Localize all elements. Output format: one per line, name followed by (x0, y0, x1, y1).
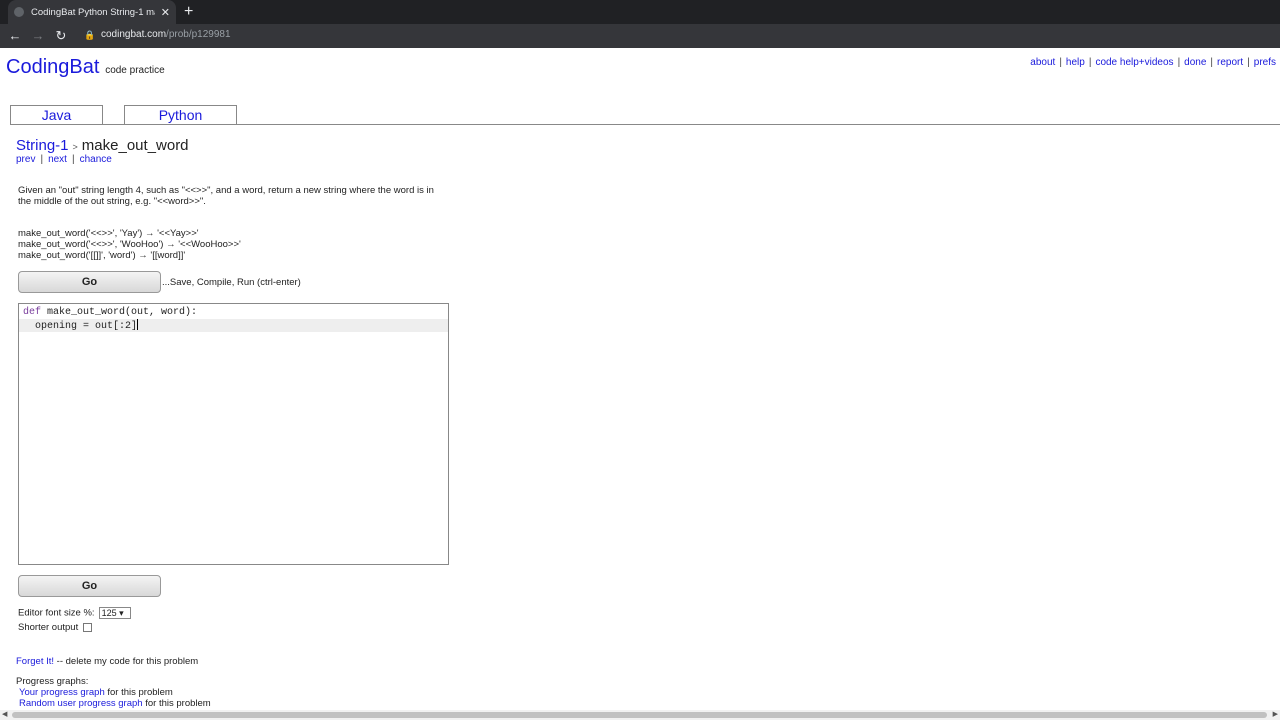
problem-description: Given an "out" string length 4, such as … (18, 185, 434, 207)
tab-divider (10, 124, 1280, 125)
close-icon[interactable]: ✕ (161, 6, 170, 19)
chance-link[interactable]: chance (80, 154, 112, 165)
code-text: opening = out[:2] (23, 321, 138, 332)
scroll-right-arrow-icon[interactable]: ▶ (1273, 710, 1278, 718)
browser-tab-title: CodingBat Python String-1 make_ (31, 6, 155, 18)
report-link[interactable]: report (1217, 57, 1243, 68)
example-line: make_out_word('<<>>', 'WooHoo') → '<<Woo… (18, 239, 241, 250)
browser-tab-strip: CodingBat Python String-1 make_ ✕ + (0, 0, 1280, 24)
go-button[interactable]: Go (18, 271, 161, 293)
problem-title: make_out_word (81, 137, 189, 154)
horizontal-scrollbar[interactable]: ◀ ▶ (0, 710, 1280, 720)
scroll-left-arrow-icon[interactable]: ◀ (2, 710, 7, 718)
code-text: make_out_word(out, word): (41, 307, 198, 318)
progress-graphs: Progress graphs: Your progress graph for… (16, 676, 211, 709)
problem-examples: make_out_word('<<>>', 'Yay') → '<<Yay>>'… (18, 228, 241, 261)
problem-nav: prev | next | chance (16, 154, 112, 165)
code-line: def make_out_word(out, word): (19, 306, 448, 319)
back-arrow-icon[interactable]: ← (6, 27, 24, 45)
page-content: CodingBat code practice about | help | code … (0, 48, 1280, 710)
font-size-label: Editor font size %: (18, 607, 95, 619)
globe-icon (14, 7, 24, 17)
editor-font-size-row: Editor font size %: 125 ▾ (18, 607, 131, 619)
top-links: about | help | code help+videos | done | report |… (1030, 57, 1276, 68)
shorter-output-row: Shorter output (18, 622, 93, 633)
example-line: make_out_word('[[]]', 'word') → '[[word]… (18, 250, 186, 261)
code-line-active: opening = out[:2] (19, 319, 448, 332)
breadcrumb-arrow: > (72, 142, 78, 152)
random-user-progress-graph-link[interactable]: Random user progress graph (19, 698, 143, 709)
go-button-bottom[interactable]: Go (18, 575, 161, 597)
done-link[interactable]: done (1184, 57, 1206, 68)
code-editor[interactable]: def make_out_word(out, word): opening = … (18, 303, 449, 565)
breadcrumb-section-link[interactable]: String-1 (16, 137, 69, 154)
url-host: codingbat.com (101, 29, 167, 40)
go-hint: ...Save, Compile, Run (ctrl-enter) (162, 277, 301, 288)
address-bar[interactable]: codingbat.com/prob/p129981 (101, 29, 231, 40)
site-brand: CodingBat code practice (6, 56, 165, 79)
progress-heading: Progress graphs: (16, 676, 89, 687)
font-size-select[interactable]: 125 ▾ (98, 607, 131, 619)
shorter-output-label: Shorter output (18, 622, 79, 633)
browser-tab[interactable]: CodingBat Python String-1 make_ ✕ (8, 0, 176, 24)
forward-arrow-icon[interactable]: → (29, 27, 47, 45)
help-link[interactable]: help (1066, 57, 1085, 68)
prefs-link[interactable]: prefs (1254, 57, 1276, 68)
reload-icon[interactable]: ↻ (52, 27, 70, 45)
next-link[interactable]: next (48, 154, 67, 165)
brand-logo[interactable]: CodingBat (6, 56, 99, 78)
example-line: make_out_word('<<>>', 'Yay') → '<<Yay>>' (18, 228, 199, 239)
prev-link[interactable]: prev (16, 154, 35, 165)
breadcrumb: String-1 > make_out_word (16, 137, 189, 154)
url-path: /prob/p129981 (166, 29, 231, 40)
brand-tagline: code practice (105, 65, 165, 76)
lock-icon[interactable]: 🔒 (84, 30, 96, 42)
code-keyword: def (23, 307, 42, 318)
browser-toolbar: ← → ↻ 🔒 codingbat.com/prob/p129981 (0, 24, 1280, 48)
new-tab-icon[interactable]: + (184, 2, 193, 22)
tab-python[interactable]: Python (124, 105, 237, 125)
text-cursor (137, 319, 139, 330)
forget-row: Forget It! -- delete my code for this pr… (16, 656, 198, 667)
shorter-output-checkbox[interactable] (83, 622, 93, 632)
progress-text: for this problem (142, 698, 211, 709)
about-link[interactable]: about (1030, 57, 1055, 68)
forget-it-link[interactable]: Forget It! (16, 656, 54, 667)
progress-text: for this problem (104, 687, 173, 698)
your-progress-graph-link[interactable]: Your progress graph (19, 687, 105, 698)
scrollbar-thumb[interactable] (12, 712, 1267, 718)
tab-java[interactable]: Java (10, 105, 103, 125)
code-help-videos-link[interactable]: code help+videos (1095, 57, 1173, 68)
forget-text: -- delete my code for this problem (54, 656, 199, 667)
